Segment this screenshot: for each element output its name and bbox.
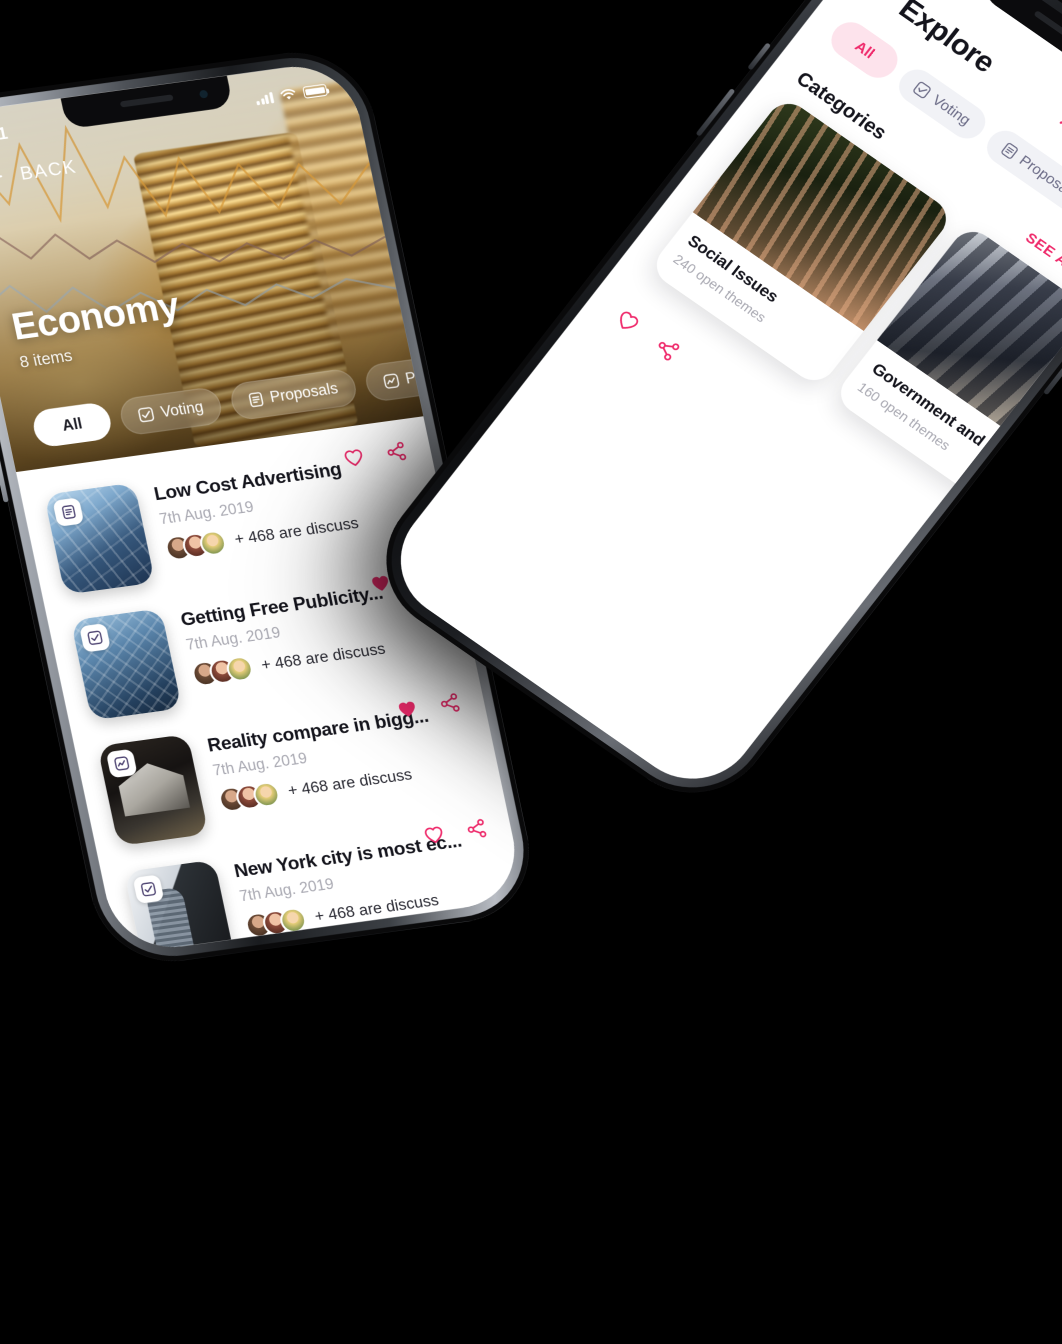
- share-icon[interactable]: [463, 816, 490, 841]
- item-thumbnail: [70, 608, 182, 721]
- discuss-count: + 468 are discuss: [259, 639, 387, 674]
- filter-chip-all-label: All: [851, 37, 878, 63]
- wifi-icon: [280, 89, 296, 100]
- document-icon: [52, 497, 85, 527]
- document-icon: [1001, 142, 1018, 159]
- share-icon[interactable]: [436, 691, 463, 716]
- close-x-icon[interactable]: [1054, 106, 1062, 136]
- heart-outline-icon[interactable]: [340, 445, 367, 470]
- chart-box-icon: [105, 748, 138, 779]
- checkbox-check-icon: [913, 81, 931, 99]
- status-time: 9:41: [0, 123, 10, 148]
- filter-chip-proposals-label: Proposals: [268, 379, 340, 407]
- avatar-group: [163, 528, 229, 563]
- economy-hero: 9:41 BACK Economy 8 items All Voting Pro…: [0, 59, 424, 473]
- heart-outline-icon[interactable]: [421, 822, 448, 847]
- battery-icon: [302, 83, 328, 99]
- heart-outline-icon[interactable]: [610, 305, 645, 338]
- discuss-count: + 468 are discuss: [286, 765, 414, 800]
- avatar-group: [189, 654, 256, 688]
- share-icon[interactable]: [650, 332, 685, 365]
- heart-filled-icon[interactable]: [394, 697, 421, 722]
- arrow-left-icon[interactable]: [0, 164, 8, 191]
- item-thumbnail: [43, 482, 156, 595]
- chart-box-icon: [383, 373, 399, 389]
- checkbox-check-icon: [79, 623, 111, 653]
- item-thumbnail: [123, 859, 236, 955]
- signal-bars-icon: [255, 91, 275, 105]
- discuss-count: + 468 are discuss: [232, 514, 361, 549]
- checkbox-check-icon: [138, 407, 155, 423]
- filter-chip-voting-label: Voting: [159, 398, 206, 422]
- item-meta: Reality compare in bigg... 7th Aug. 2019…: [205, 697, 482, 832]
- avatar-group: [216, 780, 282, 814]
- mockup-stage: 9:41 BACK Economy 8 items All Voting Pro…: [0, 0, 1062, 1344]
- checkbox-check-icon: [132, 874, 165, 905]
- filter-chip-all-label: All: [60, 414, 84, 435]
- item-thumbnail: [97, 734, 209, 847]
- document-icon: [248, 392, 264, 408]
- share-icon[interactable]: [383, 439, 410, 464]
